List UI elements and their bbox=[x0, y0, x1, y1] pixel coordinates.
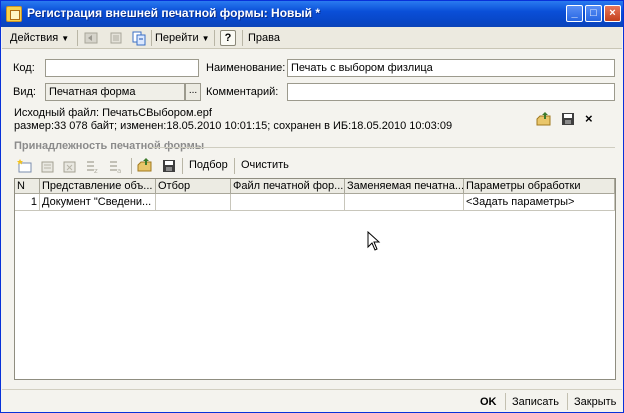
load-file-icon[interactable] bbox=[536, 111, 552, 127]
section-title: Принадлежность печатной формы bbox=[14, 140, 205, 152]
toolbar-divider bbox=[182, 158, 183, 174]
clear-button[interactable]: Очистить bbox=[241, 159, 289, 171]
go-back-icon[interactable] bbox=[83, 30, 99, 46]
close-icon[interactable]: × bbox=[585, 111, 593, 126]
kind-field[interactable]: Печатная форма bbox=[45, 83, 185, 101]
minimize-button[interactable]: _ bbox=[566, 5, 583, 22]
chevron-down-icon: ▼ bbox=[61, 34, 70, 43]
close-button[interactable]: Закрыть bbox=[574, 394, 616, 410]
select-button[interactable]: Подбор bbox=[189, 159, 228, 171]
save-file-icon[interactable] bbox=[161, 158, 177, 174]
delete-row-icon[interactable] bbox=[62, 158, 78, 174]
chevron-down-icon: ▼ bbox=[201, 34, 210, 43]
add-row-icon[interactable] bbox=[17, 158, 33, 174]
copy-row-icon[interactable] bbox=[40, 158, 56, 174]
rights-button[interactable]: Права bbox=[248, 30, 280, 46]
column-header[interactable]: Параметры обработки bbox=[464, 179, 615, 194]
svg-text:a: a bbox=[117, 167, 121, 174]
footer-divider bbox=[567, 393, 568, 410]
title-bar[interactable]: Регистрация внешней печатной формы: Новы… bbox=[1, 1, 623, 27]
table-cell[interactable] bbox=[231, 194, 345, 211]
window-title: Регистрация внешней печатной формы: Новы… bbox=[27, 6, 321, 20]
comment-field[interactable] bbox=[287, 83, 615, 101]
sort-asc-icon[interactable]: z bbox=[85, 158, 101, 174]
name-field[interactable]: Печать с выбором физлица bbox=[287, 59, 615, 77]
actions-menu[interactable]: Действия ▼ bbox=[10, 30, 69, 46]
save-button[interactable]: Записать bbox=[512, 394, 559, 410]
toolbar-divider bbox=[214, 30, 215, 46]
source-file-label: Исходный файл: ПечатьСВыбором.epf bbox=[14, 107, 212, 119]
footer-bar: OK Записать Закрыть bbox=[2, 389, 622, 412]
toolbar-divider bbox=[242, 30, 243, 46]
close-window-button[interactable]: × bbox=[604, 5, 621, 22]
form-icon bbox=[6, 6, 22, 22]
toolbar-divider bbox=[131, 158, 132, 174]
goto-menu-label: Перейти bbox=[155, 32, 199, 44]
comment-label: Комментарий: bbox=[206, 86, 279, 98]
save-file-icon[interactable] bbox=[560, 111, 576, 127]
name-label: Наименование: bbox=[206, 62, 286, 74]
subordinate-docs-icon[interactable] bbox=[131, 30, 147, 46]
goto-menu[interactable]: Перейти ▼ bbox=[155, 30, 210, 46]
file-info-label: размер:33 078 байт; изменен:18.05.2010 1… bbox=[14, 120, 453, 132]
forms-table[interactable]: N Представление объ... Отбор Файл печатн… bbox=[14, 178, 616, 380]
column-header[interactable]: Файл печатной фор... bbox=[231, 179, 345, 194]
toolbar-divider bbox=[234, 158, 235, 174]
column-header[interactable]: Представление объ... bbox=[40, 179, 156, 194]
ok-button[interactable]: OK bbox=[480, 394, 497, 410]
column-header[interactable]: Отбор bbox=[156, 179, 231, 194]
main-toolbar: Действия ▼ Перейти ▼ ? Права bbox=[2, 27, 622, 49]
code-field[interactable] bbox=[45, 59, 199, 77]
table-cell[interactable] bbox=[345, 194, 464, 211]
kind-label: Вид: bbox=[13, 86, 36, 98]
structure-icon[interactable] bbox=[108, 30, 124, 46]
code-label: Код: bbox=[13, 62, 35, 74]
help-button[interactable]: ? bbox=[220, 30, 236, 46]
svg-text:z: z bbox=[94, 167, 98, 174]
section-divider bbox=[149, 147, 615, 148]
dialog-window: Регистрация внешней печатной формы: Новы… bbox=[0, 0, 624, 413]
mouse-cursor-icon bbox=[367, 231, 381, 251]
table-cell[interactable]: 1 bbox=[15, 194, 40, 211]
column-header[interactable]: N bbox=[15, 179, 40, 194]
load-file-icon[interactable] bbox=[137, 157, 153, 173]
actions-menu-label: Действия bbox=[10, 32, 59, 44]
toolbar-divider bbox=[77, 30, 78, 46]
footer-divider bbox=[505, 393, 506, 410]
column-header[interactable]: Заменяемая печатна... bbox=[345, 179, 464, 194]
toolbar-divider bbox=[151, 30, 152, 46]
sort-desc-icon[interactable]: a bbox=[108, 158, 124, 174]
table-cell[interactable]: Документ "Сведени... bbox=[40, 194, 156, 211]
table-cell[interactable]: <Задать параметры> bbox=[464, 194, 615, 211]
maximize-button[interactable]: □ bbox=[585, 5, 602, 22]
table-cell[interactable] bbox=[156, 194, 231, 211]
kind-select-button[interactable]: ... bbox=[185, 83, 201, 101]
